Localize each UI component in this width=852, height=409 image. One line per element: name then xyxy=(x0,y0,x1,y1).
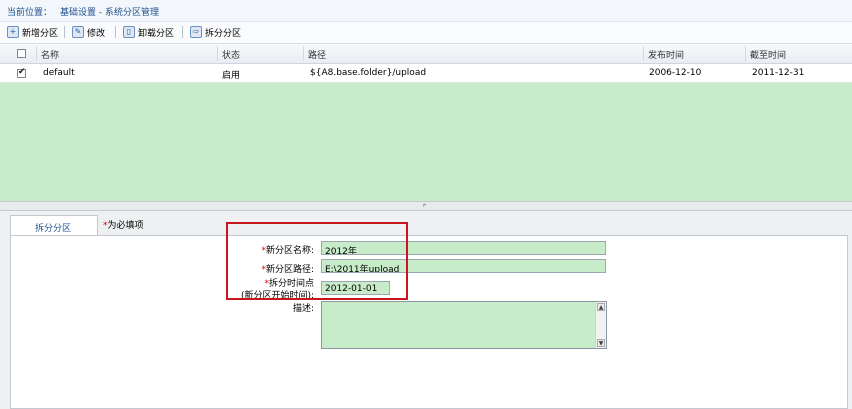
header-expire-time[interactable]: 截至时间 xyxy=(750,48,786,61)
panel-splitter[interactable]: ⌜ xyxy=(0,201,852,212)
row-checkbox[interactable] xyxy=(17,67,26,78)
split-partition-button[interactable]: ⇨ 拆分分区 xyxy=(190,25,241,39)
unload-partition-label: 卸载分区 xyxy=(138,28,175,39)
cell-status: 启用 xyxy=(222,71,241,81)
edit-label: 修改 xyxy=(87,28,106,39)
header-status[interactable]: 状态 xyxy=(222,48,240,61)
edit-icon: ✎ xyxy=(72,26,84,38)
toolbar: + 新增分区 ✎ 修改 ▯ 卸载分区 ⇨ 拆分分区 xyxy=(0,22,852,44)
scroll-up-icon[interactable]: ▲ xyxy=(597,303,605,311)
description-scrollbar[interactable]: ▲ ▼ xyxy=(595,302,606,348)
cell-expire-time: 2011-12-31 xyxy=(752,68,805,78)
new-partition-label: 新增分区 xyxy=(22,28,59,39)
grid-header: 名称 状态 路径 发布时间 截至时间 xyxy=(0,44,852,64)
required-note: *为必填项 xyxy=(103,221,144,231)
description-textarea[interactable]: ▲ ▼ xyxy=(321,301,607,349)
column-divider xyxy=(36,46,37,61)
add-icon: + xyxy=(7,26,19,38)
cell-path: ${A8.base.folder}/upload xyxy=(310,68,427,78)
table-row[interactable]: default 启用 ${A8.base.folder}/upload 2006… xyxy=(0,64,852,83)
breadcrumb-prefix: 当前位置： xyxy=(7,8,53,18)
breadcrumb-bar: 当前位置： 基础设置 - 系统分区管理 xyxy=(0,0,852,22)
new-partition-button[interactable]: + 新增分区 xyxy=(7,25,58,39)
header-path[interactable]: 路径 xyxy=(308,48,326,61)
grid-empty-area xyxy=(0,83,852,201)
breadcrumb: 当前位置： 基础设置 - 系统分区管理 xyxy=(7,5,159,18)
unload-icon: ▯ xyxy=(123,26,135,38)
header-name[interactable]: 名称 xyxy=(41,48,59,61)
column-divider xyxy=(643,46,644,61)
description-label: 描述: xyxy=(292,304,314,314)
tab-split-partition[interactable]: 拆分分区 xyxy=(10,215,98,235)
unload-partition-button[interactable]: ▯ 卸载分区 xyxy=(123,25,174,39)
scroll-down-icon[interactable]: ▼ xyxy=(597,339,605,347)
tab-split-partition-label: 拆分分区 xyxy=(35,224,72,234)
header-publish-time[interactable]: 发布时间 xyxy=(648,48,684,61)
breadcrumb-path[interactable]: 基础设置 - 系统分区管理 xyxy=(60,8,159,18)
split-icon: ⇨ xyxy=(190,26,202,38)
highlight-annotation-box xyxy=(226,222,408,300)
column-divider xyxy=(303,46,304,61)
split-partition-label: 拆分分区 xyxy=(205,28,242,39)
toolbar-divider xyxy=(64,26,65,38)
column-divider xyxy=(745,46,746,61)
toolbar-divider xyxy=(182,26,183,38)
cell-name: default xyxy=(43,68,75,78)
edit-button[interactable]: ✎ 修改 xyxy=(72,25,105,39)
cell-publish-time: 2006-12-10 xyxy=(649,68,702,78)
column-divider xyxy=(217,46,218,61)
select-all-checkbox[interactable] xyxy=(17,49,26,58)
toolbar-divider xyxy=(115,26,116,38)
